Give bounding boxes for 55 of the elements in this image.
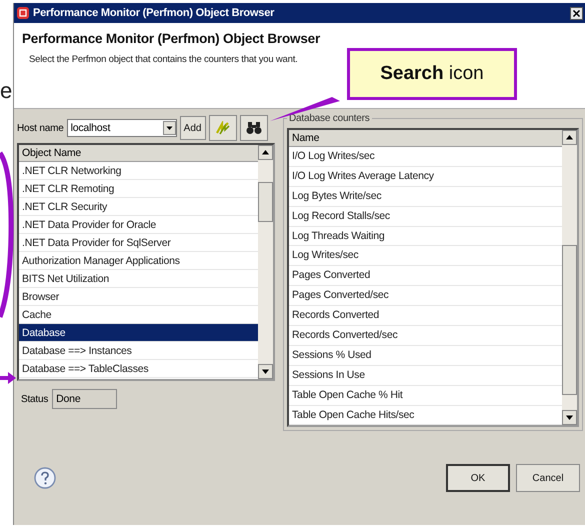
scrollbar[interactable] bbox=[562, 130, 577, 425]
window-title: Performance Monitor (Perfmon) Object Browser bbox=[33, 7, 276, 19]
object-row[interactable]: BITS Net Utilization bbox=[19, 270, 258, 288]
lightning-icon bbox=[214, 121, 231, 135]
dialog-heading: Performance Monitor (Perfmon) Object Browser bbox=[22, 31, 322, 46]
counter-row[interactable]: Log Writes/sec bbox=[289, 246, 562, 266]
help-icon[interactable] bbox=[34, 467, 56, 489]
close-icon[interactable] bbox=[570, 6, 583, 20]
object-row[interactable]: .NET CLR Networking bbox=[19, 162, 258, 180]
column-header[interactable]: Name bbox=[289, 130, 562, 147]
dialog-button[interactable]: Cancel bbox=[516, 464, 580, 492]
counter-row[interactable]: Sessions % Used bbox=[289, 346, 562, 366]
counter-row[interactable]: I/O Log Writes Average Latency bbox=[289, 166, 562, 187]
annotation-callout: Search icon bbox=[347, 48, 517, 100]
counter-row[interactable]: I/O Log Writes/sec bbox=[289, 147, 562, 167]
counter-row[interactable]: Records Converted/sec bbox=[289, 326, 562, 346]
counter-row[interactable]: Pages Converted/sec bbox=[289, 286, 562, 306]
object-row[interactable]: .NET CLR Remoting bbox=[19, 180, 258, 198]
object-row[interactable]: Browser bbox=[19, 288, 258, 306]
status-field: Done bbox=[52, 389, 118, 409]
counter-row[interactable]: Pages Converted bbox=[289, 266, 562, 286]
object-row[interactable]: Database bbox=[19, 324, 258, 342]
status-label: Status bbox=[21, 394, 48, 404]
object-row[interactable]: .NET CLR Security bbox=[19, 198, 258, 216]
object-row[interactable]: .NET Data Provider for SqlServer bbox=[19, 234, 258, 252]
counter-row[interactable]: Log Record Stalls/sec bbox=[289, 206, 562, 227]
scroll-down-icon[interactable] bbox=[562, 410, 577, 425]
host-name-combo[interactable]: localhost bbox=[66, 119, 177, 137]
counter-row[interactable]: Records Converted bbox=[289, 306, 562, 326]
object-row[interactable]: Authorization Manager Applications bbox=[19, 252, 258, 270]
scroll-down-icon[interactable] bbox=[258, 364, 273, 379]
object-row[interactable]: .NET Data Provider for Oracle bbox=[19, 216, 258, 234]
counter-row[interactable]: Table Open Cache % Hit bbox=[289, 386, 562, 406]
scroll-thumb[interactable] bbox=[562, 245, 577, 395]
search-button[interactable] bbox=[240, 115, 268, 141]
scrollbar[interactable] bbox=[258, 145, 273, 379]
dialog-description: Select the Perfmon object that contains the counters that you want. bbox=[29, 54, 299, 65]
counter-row[interactable]: Sessions In Use bbox=[289, 366, 562, 386]
scroll-up-icon[interactable] bbox=[258, 145, 273, 160]
column-header[interactable]: Object Name bbox=[19, 145, 258, 162]
binoculars-icon bbox=[246, 121, 262, 135]
dialog-button[interactable]: OK bbox=[446, 464, 510, 492]
annotation-arrow bbox=[0, 372, 16, 384]
scroll-thumb[interactable] bbox=[258, 182, 273, 222]
slide-text-fragment: e bbox=[0, 78, 12, 104]
group-label: Database counters bbox=[288, 113, 371, 124]
app-icon bbox=[17, 7, 29, 19]
counter-row[interactable]: Table Open Cache Hits/sec bbox=[289, 406, 562, 425]
scroll-up-icon[interactable] bbox=[562, 130, 577, 145]
add-button[interactable]: Add bbox=[180, 116, 206, 140]
counter-row[interactable]: Log Threads Waiting bbox=[289, 226, 562, 246]
counter-row[interactable]: Log Bytes Write/sec bbox=[289, 186, 562, 207]
object-row[interactable]: Database ==> Instances bbox=[19, 342, 258, 360]
object-row[interactable]: Database ==> TableClasses bbox=[19, 360, 258, 378]
host-name-label: Host name bbox=[17, 122, 64, 134]
